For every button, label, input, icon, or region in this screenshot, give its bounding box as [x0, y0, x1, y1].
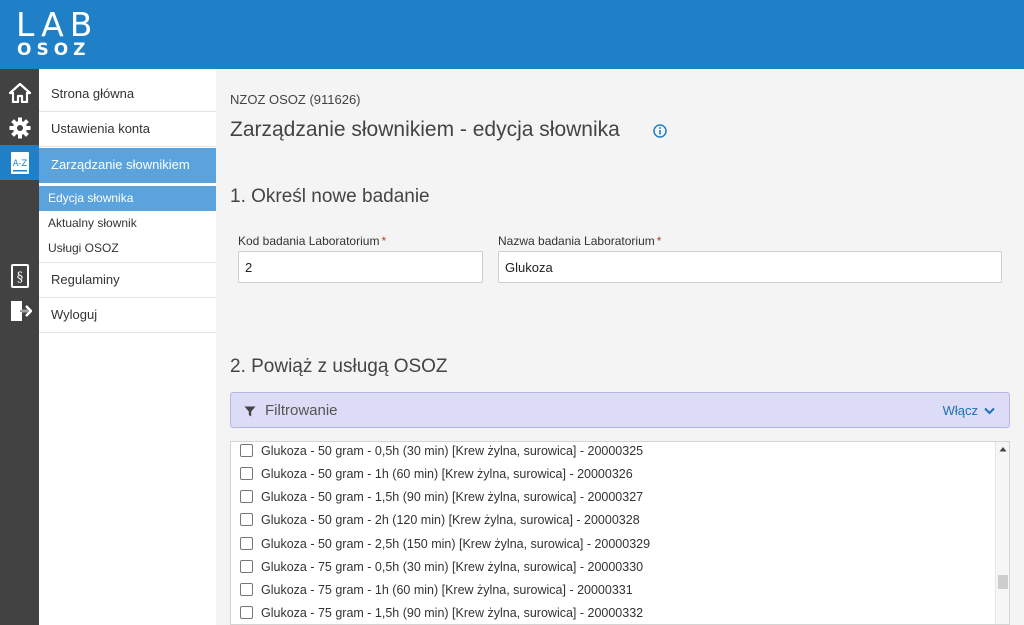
- checkbox[interactable]: [240, 537, 253, 550]
- checkbox[interactable]: [240, 467, 253, 480]
- service-label: Glukoza - 75 gram - 1h (60 min) [Krew ży…: [261, 582, 633, 597]
- list-item[interactable]: Glukoza - 75 gram - 1h (60 min) [Krew ży…: [240, 578, 633, 601]
- filter-enable-label: Włącz: [942, 403, 978, 418]
- nav-item-dictionary-management[interactable]: Zarządzanie słownikiem: [39, 148, 216, 183]
- lab-code-label: Kod badania Laboratorium *: [238, 234, 387, 248]
- filter-title: Filtrowanie: [265, 402, 338, 419]
- list-item[interactable]: Glukoza - 50 gram - 0,5h (30 min) [Krew …: [240, 442, 644, 462]
- filter-panel-header[interactable]: Filtrowanie Włącz: [230, 392, 1010, 428]
- checkbox[interactable]: [240, 513, 253, 526]
- svg-text:§: §: [16, 270, 23, 285]
- lab-osoz-logo[interactable]: LAB OSOZ: [16, 8, 98, 60]
- regulations-icon[interactable]: §: [0, 258, 39, 293]
- organization-name: NZOZ OSOZ (911626): [230, 92, 361, 107]
- icon-sidebar: A-Z §: [0, 69, 39, 625]
- osoz-services-list: Glukoza - 50 gram - 0,5h (30 min) [Krew …: [230, 441, 1010, 625]
- dictionary-az-icon[interactable]: A-Z: [0, 145, 39, 180]
- required-mark: *: [656, 234, 662, 248]
- service-label: Glukoza - 50 gram - 1h (60 min) [Krew ży…: [261, 466, 633, 481]
- service-label: Glukoza - 75 gram - 1,5h (90 min) [Krew …: [261, 605, 644, 620]
- required-mark: *: [381, 234, 387, 248]
- logout-icon[interactable]: [0, 293, 39, 328]
- subnav-item-osoz-services[interactable]: Usługi OSOZ: [39, 236, 216, 261]
- nav-item-regulations[interactable]: Regulaminy: [39, 263, 216, 298]
- list-item[interactable]: Glukoza - 75 gram - 0,5h (30 min) [Krew …: [240, 555, 643, 578]
- nav-item-home[interactable]: Strona główna: [39, 77, 216, 112]
- section-define-test-title: 1. Określ nowe badanie: [230, 186, 430, 207]
- checkbox[interactable]: [240, 606, 253, 619]
- lab-name-label: Nazwa badania Laboratorium *: [498, 234, 662, 248]
- logo-bottom-text: OSOZ: [17, 40, 91, 60]
- side-navigation: Strona główna Ustawienia konta Zarządzan…: [39, 69, 216, 625]
- filter-enable-toggle[interactable]: Włącz: [943, 403, 995, 418]
- subnav-item-edit-dictionary[interactable]: Edycja słownika: [39, 186, 216, 211]
- chevron-down-icon: [984, 407, 995, 414]
- checkbox[interactable]: [240, 560, 253, 573]
- main-content: NZOZ OSOZ (911626) Zarządzanie słownikie…: [216, 69, 1024, 625]
- service-label: Glukoza - 50 gram - 2h (120 min) [Krew ż…: [261, 512, 640, 527]
- info-icon[interactable]: [653, 124, 667, 143]
- scroll-up-icon[interactable]: [999, 446, 1007, 452]
- page-title: Zarządzanie słownikiem - edycja słownika: [230, 118, 620, 141]
- scrollbar-thumb[interactable]: [998, 575, 1008, 589]
- list-item[interactable]: Glukoza - 50 gram - 2,5h (150 min) [Krew…: [240, 532, 650, 555]
- service-label: Glukoza - 50 gram - 1,5h (90 min) [Krew …: [261, 489, 644, 504]
- service-label: Glukoza - 50 gram - 0,5h (30 min) [Krew …: [261, 443, 644, 458]
- home-icon[interactable]: [0, 75, 39, 110]
- section-link-service-title: 2. Powiąż z usługą OSOZ: [230, 356, 448, 377]
- checkbox[interactable]: [240, 583, 253, 596]
- checkbox[interactable]: [240, 490, 253, 503]
- list-item[interactable]: Glukoza - 50 gram - 2h (120 min) [Krew ż…: [240, 508, 640, 531]
- lab-name-input[interactable]: [498, 251, 1002, 283]
- subnav-item-current-dictionary[interactable]: Aktualny słownik: [39, 211, 216, 236]
- gear-icon[interactable]: [0, 110, 39, 145]
- service-label: Glukoza - 50 gram - 2,5h (150 min) [Krew…: [261, 536, 651, 551]
- filter-icon: [244, 404, 256, 422]
- logo-top-text: LAB: [16, 5, 99, 44]
- svg-text:A-Z: A-Z: [12, 159, 27, 169]
- list-item[interactable]: Glukoza - 75 gram - 1,5h (90 min) [Krew …: [240, 601, 643, 624]
- list-item[interactable]: Glukoza - 50 gram - 1,5h (90 min) [Krew …: [240, 485, 643, 508]
- list-scrollbar[interactable]: [995, 442, 1009, 624]
- nav-item-logout[interactable]: Wyloguj: [39, 298, 216, 333]
- top-bar: LAB OSOZ: [0, 0, 1024, 69]
- list-item[interactable]: Glukoza - 50 gram - 1h (60 min) [Krew ży…: [240, 462, 633, 485]
- service-label: Glukoza - 75 gram - 0,5h (30 min) [Krew …: [261, 559, 644, 574]
- lab-code-input[interactable]: [238, 251, 483, 283]
- nav-item-account-settings[interactable]: Ustawienia konta: [39, 112, 216, 147]
- checkbox[interactable]: [240, 444, 253, 457]
